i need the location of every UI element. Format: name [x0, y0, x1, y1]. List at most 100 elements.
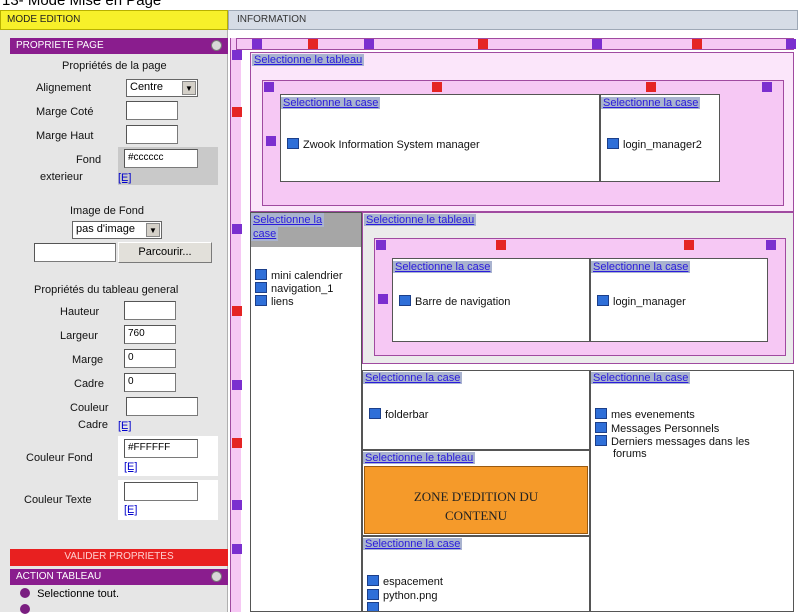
select-cell-link[interactable]: Selectionne la case — [591, 261, 691, 273]
resize-handle-icon[interactable] — [376, 240, 386, 250]
column-handle-icon[interactable] — [786, 39, 796, 49]
row-handle-icon[interactable] — [378, 294, 388, 304]
column-handle-icon[interactable] — [432, 82, 442, 92]
component-spacing[interactable]: espacement — [367, 575, 443, 588]
resize-handle-icon[interactable] — [232, 50, 242, 60]
component-icon — [287, 138, 299, 149]
select-all-icon — [20, 588, 30, 598]
resize-handle-icon[interactable] — [232, 500, 242, 510]
text-color-edit-link[interactable]: [E] — [124, 504, 137, 516]
background-color-input[interactable]: #cccccc — [124, 149, 198, 168]
resize-handle-icon[interactable] — [264, 82, 274, 92]
header-cell-2: Selectionne la case login_manager2 — [600, 94, 720, 182]
component-forum-messages[interactable]: Derniers messages dans les forums — [595, 435, 750, 460]
frame-color-label-2: Cadre — [78, 419, 108, 431]
collapse-icon[interactable] — [211, 571, 222, 582]
column-handle-icon[interactable] — [592, 39, 602, 49]
select-table-link[interactable]: Selectionne le tableau — [252, 54, 365, 66]
column-handle-icon[interactable] — [684, 240, 694, 250]
side-margin-label: Marge Coté — [36, 106, 94, 118]
content-edit-zone-line-1: ZONE D'EDITION DU — [413, 489, 539, 504]
select-table-link[interactable]: Selectionne le tableau — [364, 214, 477, 226]
height-input[interactable] — [124, 301, 176, 320]
action-item[interactable] — [20, 604, 34, 616]
component-login-manager2[interactable]: login_manager2 — [607, 138, 702, 151]
frame-color-input[interactable] — [126, 397, 198, 416]
content-edit-zone[interactable]: ZONE D'EDITION DU CONTENU — [364, 466, 588, 534]
component-item[interactable] — [367, 602, 383, 611]
collapse-icon[interactable] — [211, 40, 222, 51]
calendar-icon — [255, 269, 267, 280]
select-cell-link[interactable]: Selectionne la case — [591, 372, 691, 384]
margin-input[interactable]: 0 — [124, 349, 176, 368]
bg-color-edit-link[interactable]: [E] — [124, 461, 137, 473]
component-my-events[interactable]: mes evenements — [595, 408, 695, 421]
select-cell-link[interactable]: Selectionne la case — [281, 97, 381, 109]
column-handle-icon[interactable] — [478, 39, 488, 49]
component-mini-calendar[interactable]: mini calendrier — [255, 269, 343, 282]
links-icon — [255, 295, 267, 306]
top-margin-input[interactable] — [126, 125, 178, 144]
folder-icon — [369, 408, 381, 419]
select-cell-link[interactable]: Selectionne la case — [393, 261, 493, 273]
frame-color-edit-link[interactable]: [E] — [118, 420, 131, 432]
move-handle-icon[interactable] — [232, 306, 242, 316]
component-folderbar[interactable]: folderbar — [369, 408, 428, 421]
column-handle-icon[interactable] — [496, 240, 506, 250]
mode-edition-bar[interactable]: MODE EDITION — [0, 10, 228, 30]
outer-table-strip — [230, 38, 241, 612]
side-margin-input[interactable] — [126, 101, 178, 120]
column-handle-icon[interactable] — [308, 39, 318, 49]
select-cell-link[interactable]: Selectionne la case — [363, 538, 463, 550]
move-handle-icon[interactable] — [232, 107, 242, 117]
component-links[interactable]: liens — [255, 295, 294, 308]
spacing-icon — [367, 575, 379, 586]
resize-handle-icon[interactable] — [232, 380, 242, 390]
select-cell-link[interactable]: Selectionne la case — [363, 372, 463, 384]
table-actions-header[interactable]: ACTION TABLEAU — [10, 569, 228, 585]
width-input[interactable]: 760 — [124, 325, 176, 344]
component-python-image[interactable]: python.png — [367, 589, 437, 602]
select-cell-link[interactable]: Selectionne la case — [601, 97, 701, 109]
bottom-cell: Selectionne la case espacement python.pn… — [362, 536, 590, 612]
component-zwook-manager[interactable]: Zwook Information System manager — [287, 138, 480, 151]
margin-label: Marge — [72, 354, 104, 366]
validate-properties-button[interactable]: VALIDER PROPRIETES — [10, 549, 228, 566]
column-handle-icon[interactable] — [646, 82, 656, 92]
navigation-bar-icon — [399, 295, 411, 306]
layout-workspace: Selectionne le tableau Selectionne la ca… — [228, 30, 798, 612]
background-color-edit-link[interactable]: [E] — [118, 172, 131, 184]
resize-handle-icon[interactable] — [232, 224, 242, 234]
navigation-icon — [255, 282, 267, 293]
background-image-select[interactable]: pas d'image ▼ — [72, 221, 162, 239]
column-handle-icon[interactable] — [252, 39, 262, 49]
component-navigation-1[interactable]: navigation_1 — [255, 282, 333, 295]
resize-handle-icon[interactable] — [762, 82, 772, 92]
bg-color-input[interactable]: #FFFFFF — [124, 439, 198, 458]
select-table-link[interactable]: Selectionne le tableau — [363, 452, 476, 464]
component-personal-messages[interactable]: Messages Personnels — [595, 422, 719, 435]
content-edit-zone-line-2: CONTENU — [444, 508, 508, 523]
alignment-select[interactable]: Centre ▼ — [126, 79, 198, 97]
sidebar-cell: Selectionne la case mini calendrier navig… — [250, 212, 362, 612]
resize-handle-icon[interactable] — [766, 240, 776, 250]
page-properties-header[interactable]: PROPRIETE PAGE — [10, 38, 228, 54]
bg-color-label: Couleur Fond — [26, 452, 93, 464]
row-handle-icon[interactable] — [266, 136, 276, 146]
browse-button[interactable]: Parcourir... — [118, 242, 212, 263]
component-login-manager[interactable]: login_manager — [597, 295, 686, 308]
move-handle-icon[interactable] — [232, 438, 242, 448]
text-color-input[interactable] — [124, 482, 198, 501]
frame-input[interactable]: 0 — [124, 373, 176, 392]
column-handle-icon[interactable] — [364, 39, 374, 49]
resize-handle-icon[interactable] — [232, 544, 242, 554]
page-properties-section-title: Propriétés de la page — [62, 60, 167, 72]
select-cell-link[interactable]: Selectionne la case — [251, 213, 325, 241]
background-image-path-input[interactable] — [34, 243, 116, 262]
right-sidebar-cell: Selectionne la case mes evenements Messa… — [590, 370, 794, 612]
column-handle-icon[interactable] — [692, 39, 702, 49]
table-actions-title: ACTION TABLEAU — [16, 571, 102, 582]
header-cell-1: Selectionne la case Zwook Information Sy… — [280, 94, 600, 182]
select-all-action[interactable]: Selectionne tout. — [20, 588, 119, 600]
component-navigation-bar[interactable]: Barre de navigation — [399, 295, 510, 308]
